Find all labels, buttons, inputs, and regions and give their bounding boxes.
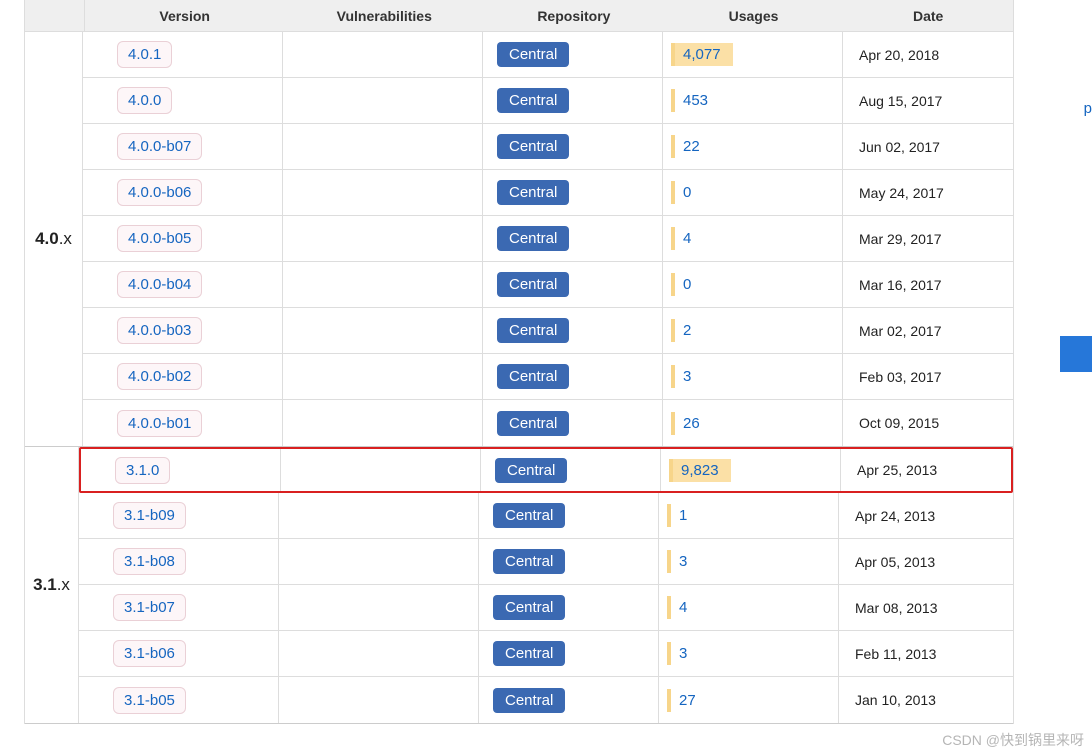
version-link[interactable]: 3.1-b09 xyxy=(113,502,186,529)
usages-link[interactable]: 1 xyxy=(667,504,687,527)
release-date: Mar 16, 2017 xyxy=(843,262,1013,307)
usages-link[interactable]: 4 xyxy=(671,227,691,250)
table-row: 4.0.1 Central 4,077 Apr 20, 2018 xyxy=(83,32,1013,78)
release-date: Apr 25, 2013 xyxy=(841,449,1011,491)
version-link[interactable]: 4.0.0-b06 xyxy=(117,179,202,206)
usages-link[interactable]: 453 xyxy=(671,89,708,112)
group-label: 4.0.x xyxy=(25,32,83,446)
release-date: Mar 08, 2013 xyxy=(839,585,1009,630)
release-date: Mar 29, 2017 xyxy=(843,216,1013,261)
header-date: Date xyxy=(843,0,1013,31)
table-row: 4.0.0-b06 Central 0 May 24, 2017 xyxy=(83,170,1013,216)
version-link[interactable]: 4.0.0-b07 xyxy=(117,133,202,160)
repository-badge[interactable]: Central xyxy=(497,180,569,205)
repository-badge[interactable]: Central xyxy=(495,458,567,483)
repository-badge[interactable]: Central xyxy=(497,88,569,113)
side-link-fragment: p xyxy=(1084,100,1092,117)
version-link[interactable]: 4.0.0-b04 xyxy=(117,271,202,298)
repository-badge[interactable]: Central xyxy=(497,226,569,251)
repository-badge[interactable]: Central xyxy=(497,318,569,343)
header-version: Version xyxy=(85,0,285,31)
usages-link[interactable]: 4 xyxy=(667,596,687,619)
usages-link[interactable]: 2 xyxy=(671,319,691,342)
repository-badge[interactable]: Central xyxy=(493,595,565,620)
usages-link[interactable]: 9,823 xyxy=(669,459,731,482)
group-label: 3.1.x xyxy=(25,447,79,723)
header-usages: Usages xyxy=(664,0,844,31)
release-date: Jun 02, 2017 xyxy=(843,124,1013,169)
table-row: 4.0.0-b04 Central 0 Mar 16, 2017 xyxy=(83,262,1013,308)
usages-link[interactable]: 3 xyxy=(671,365,691,388)
table-row: 4.0.0-b02 Central 3 Feb 03, 2017 xyxy=(83,354,1013,400)
usages-link[interactable]: 3 xyxy=(667,550,687,573)
usages-link[interactable]: 3 xyxy=(667,642,687,665)
version-link[interactable]: 4.0.0-b01 xyxy=(117,410,202,437)
version-table: Version Vulnerabilities Repository Usage… xyxy=(24,0,1014,724)
table-row: 3.1-b05 Central 27 Jan 10, 2013 xyxy=(79,677,1013,723)
table-row: 4.0.0-b03 Central 2 Mar 02, 2017 xyxy=(83,308,1013,354)
version-link[interactable]: 3.1-b05 xyxy=(113,687,186,714)
repository-badge[interactable]: Central xyxy=(497,411,569,436)
usages-link[interactable]: 4,077 xyxy=(671,43,733,66)
version-link[interactable]: 4.0.0-b05 xyxy=(117,225,202,252)
repository-badge[interactable]: Central xyxy=(493,549,565,574)
release-date: Apr 05, 2013 xyxy=(839,539,1009,584)
repository-badge[interactable]: Central xyxy=(493,641,565,666)
repository-badge[interactable]: Central xyxy=(497,134,569,159)
version-group: 4.0.x 4.0.1 Central 4,077 Apr 20, 2018 4.0.0 C… xyxy=(25,32,1013,447)
repository-badge[interactable]: Central xyxy=(497,42,569,67)
version-link[interactable]: 4.0.0-b03 xyxy=(117,317,202,344)
table-row: 4.0.0-b07 Central 22 Jun 02, 2017 xyxy=(83,124,1013,170)
usages-link[interactable]: 27 xyxy=(667,689,696,712)
table-row: 3.1-b09 Central 1 Apr 24, 2013 xyxy=(79,493,1013,539)
repository-badge[interactable]: Central xyxy=(497,364,569,389)
version-link[interactable]: 3.1-b06 xyxy=(113,640,186,667)
side-blue-panel xyxy=(1060,336,1092,372)
release-date: Oct 09, 2015 xyxy=(843,400,1013,446)
release-date: Apr 24, 2013 xyxy=(839,493,1009,538)
table-row: 4.0.0 Central 453 Aug 15, 2017 xyxy=(83,78,1013,124)
repository-badge[interactable]: Central xyxy=(493,503,565,528)
release-date: Jan 10, 2013 xyxy=(839,677,1009,723)
table-row: 3.1-b06 Central 3 Feb 11, 2013 xyxy=(79,631,1013,677)
release-date: Feb 03, 2017 xyxy=(843,354,1013,399)
version-link[interactable]: 3.1-b07 xyxy=(113,594,186,621)
release-date: Aug 15, 2017 xyxy=(843,78,1013,123)
repository-badge[interactable]: Central xyxy=(493,688,565,713)
table-row: 3.1-b08 Central 3 Apr 05, 2013 xyxy=(79,539,1013,585)
release-date: Mar 02, 2017 xyxy=(843,308,1013,353)
version-link[interactable]: 3.1.0 xyxy=(115,457,170,484)
usages-link[interactable]: 22 xyxy=(671,135,700,158)
repository-badge[interactable]: Central xyxy=(497,272,569,297)
version-link[interactable]: 4.0.1 xyxy=(117,41,172,68)
usages-link[interactable]: 0 xyxy=(671,273,691,296)
table-row: 3.1.0 Central 9,823 Apr 25, 2013 xyxy=(79,447,1013,493)
usages-link[interactable]: 26 xyxy=(671,412,700,435)
version-link[interactable]: 4.0.0-b02 xyxy=(117,363,202,390)
table-row: 3.1-b07 Central 4 Mar 08, 2013 xyxy=(79,585,1013,631)
version-link[interactable]: 3.1-b08 xyxy=(113,548,186,575)
version-link[interactable]: 4.0.0 xyxy=(117,87,172,114)
table-row: 4.0.0-b01 Central 26 Oct 09, 2015 xyxy=(83,400,1013,446)
header-vulnerabilities: Vulnerabilities xyxy=(284,0,484,31)
release-date: Apr 20, 2018 xyxy=(843,32,1013,77)
version-group: 3.1.x3.1.0Central9,823Apr 25, 20133.1-b0… xyxy=(25,447,1013,724)
usages-link[interactable]: 0 xyxy=(671,181,691,204)
header-repository: Repository xyxy=(484,0,664,31)
table-header: Version Vulnerabilities Repository Usage… xyxy=(25,0,1013,32)
watermark-text: CSDN @快到锅里来呀 xyxy=(942,730,1084,750)
table-row: 4.0.0-b05 Central 4 Mar 29, 2017 xyxy=(83,216,1013,262)
release-date: Feb 11, 2013 xyxy=(839,631,1009,676)
release-date: May 24, 2017 xyxy=(843,170,1013,215)
